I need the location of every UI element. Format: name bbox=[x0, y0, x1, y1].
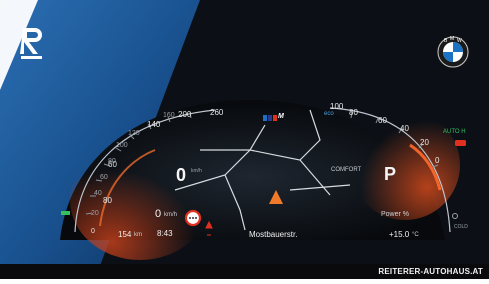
outside-temperature: +15.0 bbox=[389, 230, 410, 239]
speed-tick: 160 bbox=[163, 112, 175, 119]
speed-tick: 100 bbox=[116, 142, 128, 149]
tach-tick: 60 bbox=[378, 116, 387, 125]
tach-tick: 100 bbox=[330, 102, 344, 111]
drive-mode: COMFORT bbox=[331, 167, 362, 173]
odometer-unit: km/h bbox=[164, 212, 178, 218]
tach-tick: 40 bbox=[400, 124, 409, 133]
speed-unit: km/h bbox=[191, 168, 202, 174]
speed-tick: 80 bbox=[103, 196, 112, 205]
speed-value: 0 bbox=[176, 165, 187, 185]
speed-tick: 20 bbox=[91, 210, 99, 217]
odometer-value: 0 bbox=[155, 208, 162, 220]
m-mode-logo bbox=[263, 115, 277, 121]
speed-tick: 60 bbox=[100, 174, 108, 181]
tach-tick: 0 bbox=[435, 156, 440, 165]
speed-tick: 120 bbox=[128, 130, 140, 137]
speed-tick: 60 bbox=[108, 160, 117, 169]
range-value: 154 bbox=[118, 230, 132, 239]
dealer-watermark: REITERER-AUTOHAUS.AT bbox=[0, 264, 489, 279]
auto-h-label: AUTO H bbox=[443, 129, 466, 135]
lights-indicator-icon bbox=[61, 211, 70, 215]
bmw-letter: W bbox=[457, 38, 462, 44]
bmw-letter: B bbox=[444, 38, 448, 44]
bmw-letter: M bbox=[450, 36, 455, 42]
speed-tick: 40 bbox=[94, 190, 102, 197]
instrument-cluster-photo: 0 20 40 60 80 100 120 140 160 200 260 80… bbox=[0, 0, 489, 279]
parking-brake-icon bbox=[455, 140, 466, 146]
range-unit: km bbox=[134, 232, 142, 238]
eco-label: eco bbox=[324, 111, 334, 117]
street-name: Mostbauerstr. bbox=[249, 230, 298, 239]
clock: 8:43 bbox=[157, 229, 173, 238]
tach-tick: 80 bbox=[349, 108, 358, 117]
gear-indicator: P bbox=[384, 164, 397, 184]
speed-tick: 200 bbox=[178, 110, 192, 119]
speed-tick: 140 bbox=[147, 120, 161, 129]
m-mode-letter: M bbox=[278, 113, 284, 120]
cold-label: COLD bbox=[454, 224, 468, 230]
tach-tick: 20 bbox=[420, 138, 429, 147]
speed-tick: 260 bbox=[210, 108, 224, 117]
power-label: Power % bbox=[381, 211, 410, 218]
speed-tick: 0 bbox=[91, 228, 95, 235]
temperature-unit: °C bbox=[412, 232, 419, 238]
